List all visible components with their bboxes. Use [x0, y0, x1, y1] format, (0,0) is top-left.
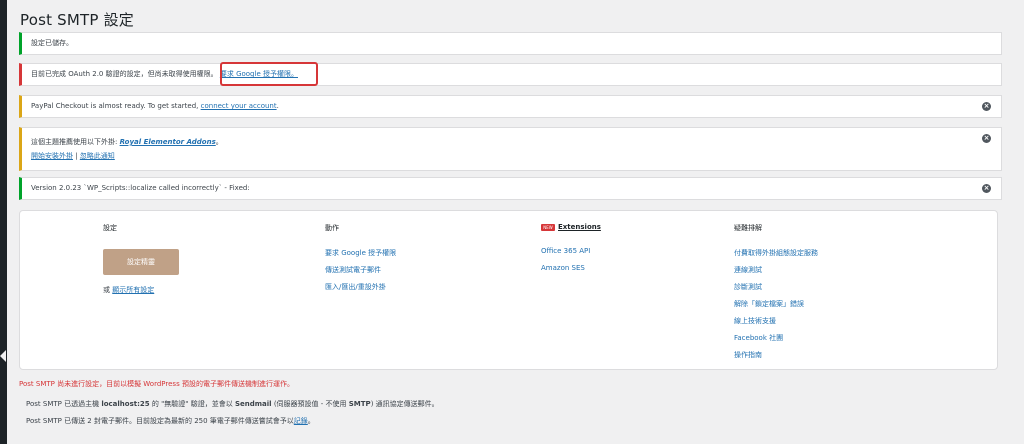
extensions-column: NEW Extensions Office 365 API Amazon SES	[541, 223, 601, 281]
admin-sidebar-edge	[0, 0, 7, 444]
theme-plugin-text: 這個主題推薦使用以下外掛:	[31, 138, 120, 146]
collapse-arrow-icon[interactable]	[0, 350, 6, 362]
paypal-notice: PayPal Checkout is almost ready. To get …	[19, 95, 1002, 118]
setup-wizard-button[interactable]: 設定精靈	[103, 249, 179, 275]
help-paid-setup-service[interactable]: 付費取得外掛組態設定服務	[734, 249, 818, 258]
status-transport: Sendmail	[234, 400, 272, 408]
troubleshooting-column: 疑難排解 付費取得外掛組態設定服務 連線測試 診斷測試 解除「鎖定檔案」錯誤 線…	[734, 223, 818, 368]
help-diagnostic-test[interactable]: 診斷測試	[734, 283, 818, 292]
help-facebook-group[interactable]: Facebook 社團	[734, 334, 818, 343]
status-smtp: SMTP	[348, 400, 371, 408]
email-count-status-line: Post SMTP 已傳送 2 封電子郵件。目前設定為最新的 250 筆電子郵件…	[26, 416, 315, 426]
settings-saved-notice: 設定已儲存。	[19, 32, 1002, 55]
theme-plugin-notice: 這個主題推薦使用以下外掛: Royal Elementor Addons。 開始…	[19, 127, 1002, 171]
troubleshooting-heading: 疑難排解	[734, 224, 762, 232]
help-guides[interactable]: 操作指南	[734, 351, 818, 360]
dismiss-icon[interactable]: ×	[982, 134, 991, 143]
highlight-box	[220, 62, 318, 86]
settings-saved-text: 設定已儲存。	[31, 39, 73, 47]
begin-install-link[interactable]: 開始安裝外掛	[31, 152, 73, 160]
setup-heading: 設定	[103, 224, 117, 232]
actions-column: 動作 要求 Google 授予權限 傳送測試電子郵件 匯入/匯出/重設外掛	[325, 223, 396, 300]
page-title: Post SMTP 設定	[20, 11, 134, 29]
transport-status-line: Post SMTP 已透過主機 localhost:25 的 "無驗證" 驗證，…	[26, 399, 439, 409]
status-text: Post SMTP 已傳送 2 封電子郵件。目前設定為最新的 250 筆電子郵件…	[26, 417, 294, 425]
dismiss-icon[interactable]: ×	[982, 184, 991, 193]
version-notice: Version 2.0.23 `WP_Scripts::localize cal…	[19, 177, 1002, 200]
actions-heading: 動作	[325, 224, 339, 232]
oauth-notice: 目前已完成 OAuth 2.0 驗證的設定，但尚未取得使用權限。 要求 Goog…	[19, 63, 1002, 86]
version-notice-text: Version 2.0.23 `WP_Scripts::localize cal…	[31, 184, 250, 192]
show-all-settings-line: 或 顯示所有設定	[103, 285, 179, 295]
status-text: ) 通訊協定傳送郵件。	[370, 400, 439, 408]
help-online-support[interactable]: 線上技術支援	[734, 317, 818, 326]
status-text: 的 "無驗證" 驗證，並會以	[149, 400, 235, 408]
extensions-heading: NEW Extensions	[541, 223, 601, 231]
help-connectivity-test[interactable]: 連線測試	[734, 266, 818, 275]
theme-plugin-actions: 開始安裝外掛 | 忽略此通知	[31, 149, 1001, 163]
extension-amazon-ses[interactable]: Amazon SES	[541, 264, 601, 273]
status-text: (伺服器預設值 - 不使用	[271, 400, 349, 408]
setup-column: 設定 設定精靈 或 顯示所有設定	[103, 223, 179, 295]
or-text: 或	[103, 286, 113, 294]
email-log-link[interactable]: 記錄	[294, 417, 308, 425]
welcome-panel: 設定 設定精靈 或 顯示所有設定 動作 要求 Google 授予權限 傳送測試電…	[19, 210, 998, 370]
extension-office365[interactable]: Office 365 API	[541, 247, 601, 256]
action-request-google-permission[interactable]: 要求 Google 授予權限	[325, 249, 396, 258]
action-separator: |	[73, 152, 80, 160]
theme-plugin-suffix: 。	[215, 138, 223, 146]
dismiss-icon[interactable]: ×	[982, 102, 991, 111]
new-badge-icon: NEW	[541, 223, 555, 231]
status-text: 。	[307, 417, 315, 425]
oauth-notice-text: 目前已完成 OAuth 2.0 驗證的設定，但尚未取得使用權限。	[31, 70, 218, 78]
action-import-export-reset[interactable]: 匯入/匯出/重設外掛	[325, 283, 396, 292]
help-release-lock-file[interactable]: 解除「鎖定檔案」錯誤	[734, 300, 818, 309]
paypal-notice-text: PayPal Checkout is almost ready. To get …	[31, 102, 201, 110]
theme-plugin-line: 這個主題推薦使用以下外掛: Royal Elementor Addons。	[31, 135, 1001, 149]
status-text: Post SMTP 已透過主機	[26, 400, 102, 408]
action-send-test-email[interactable]: 傳送測試電子郵件	[325, 266, 396, 275]
extensions-link[interactable]: Extensions	[558, 223, 601, 231]
show-all-settings-link[interactable]: 顯示所有設定	[112, 286, 154, 294]
connect-account-link[interactable]: connect your account	[201, 102, 277, 110]
paypal-notice-suffix: .	[276, 102, 279, 110]
not-configured-warning: Post SMTP 尚未進行設定，目前以模擬 WordPress 預設的電子郵件…	[19, 380, 294, 388]
dismiss-notice-link[interactable]: 忽略此通知	[80, 152, 115, 160]
royal-elementor-addons-link[interactable]: Royal Elementor Addons	[120, 138, 216, 146]
status-host: localhost:25	[101, 400, 150, 408]
